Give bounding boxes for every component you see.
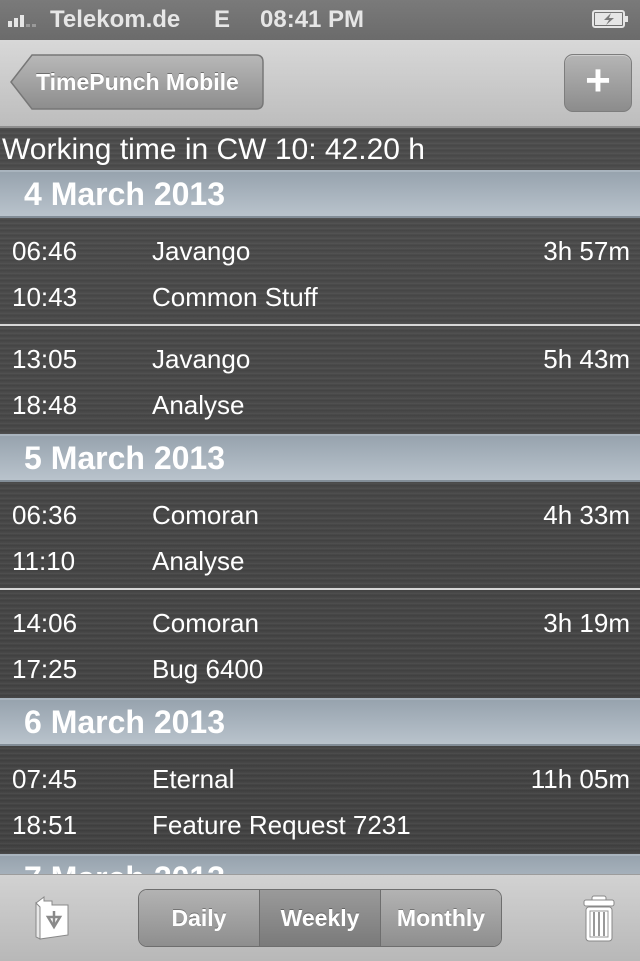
entry-duration: 4h 33m <box>543 500 630 530</box>
time-entry[interactable]: 07:45 Eternal 11h 05m 18:51 Feature Requ… <box>0 746 640 854</box>
entry-project: Javango <box>152 344 251 374</box>
segment-daily[interactable]: Daily <box>139 890 260 946</box>
back-button-label: TimePunch Mobile <box>36 69 239 95</box>
signal-strength-icon <box>8 13 36 27</box>
entry-task: Analyse <box>152 390 245 420</box>
day-header: 6 March 2013 <box>0 698 640 746</box>
entry-task: Common Stuff <box>152 282 318 312</box>
period-segmented-control[interactable]: Daily Weekly Monthly <box>138 889 502 947</box>
entry-start-time: 06:46 <box>12 236 78 266</box>
entry-start-time: 06:36 <box>12 500 78 530</box>
entry-project: Comoran <box>152 608 259 638</box>
entry-task: Feature Request 7231 <box>152 810 411 840</box>
entry-project: Eternal <box>152 764 235 794</box>
entry-start-time: 13:05 <box>12 344 78 374</box>
entry-task: Bug 6400 <box>152 654 264 684</box>
weekly-working-time-summary: Working time in CW 10: 42.20 h <box>2 133 425 166</box>
entry-start-time: 07:45 <box>12 764 78 794</box>
battery-charging-icon <box>592 10 628 28</box>
back-button[interactable]: TimePunch Mobile <box>10 54 264 110</box>
entry-project: Javango <box>152 236 251 266</box>
trash-icon[interactable] <box>582 895 616 943</box>
segment-weekly[interactable]: Weekly <box>260 890 381 946</box>
status-bar: Telekom.de E 08:41 PM <box>0 0 640 40</box>
time-entry[interactable]: 14:06 Comoran 3h 19m 17:25 Bug 6400 <box>0 590 640 698</box>
time-entry[interactable]: 06:46 Javango 3h 57m 10:43 Common Stuff <box>0 218 640 326</box>
day-header: 7 March 2013 <box>0 854 640 874</box>
entry-end-time: 10:43 <box>12 282 78 312</box>
bottom-toolbar: Daily Weekly Monthly <box>0 874 640 961</box>
entry-duration: 11h 05m <box>530 764 630 794</box>
time-entries-list[interactable]: Working time in CW 10: 42.20 h 4 March 2… <box>0 128 640 874</box>
entry-task: Analyse <box>152 546 245 576</box>
entry-duration: 3h 57m <box>543 236 630 266</box>
entry-project: Comoran <box>152 500 259 530</box>
add-entry-button[interactable]: + <box>564 54 632 112</box>
entry-end-time: 18:48 <box>12 390 78 420</box>
time-entry[interactable]: 13:05 Javango 5h 43m 18:48 Analyse <box>0 326 640 434</box>
network-type: E <box>214 6 231 33</box>
entry-end-time: 17:25 <box>12 654 78 684</box>
day-header: 4 March 2013 <box>0 170 640 218</box>
entry-end-time: 11:10 <box>12 546 76 576</box>
entry-end-time: 18:51 <box>12 810 78 840</box>
export-folder-icon[interactable] <box>32 895 72 941</box>
navigation-bar: TimePunch Mobile + <box>0 40 640 128</box>
plus-icon: + <box>585 56 611 105</box>
carrier-name: Telekom.de <box>50 6 181 33</box>
segment-monthly[interactable]: Monthly <box>381 890 501 946</box>
status-time: 08:41 PM <box>260 6 365 33</box>
entry-start-time: 14:06 <box>12 608 78 638</box>
time-entry[interactable]: 06:36 Comoran 4h 33m 11:10 Analyse <box>0 482 640 590</box>
day-header: 5 March 2013 <box>0 434 640 482</box>
entry-duration: 3h 19m <box>543 608 630 638</box>
entry-duration: 5h 43m <box>543 344 630 374</box>
